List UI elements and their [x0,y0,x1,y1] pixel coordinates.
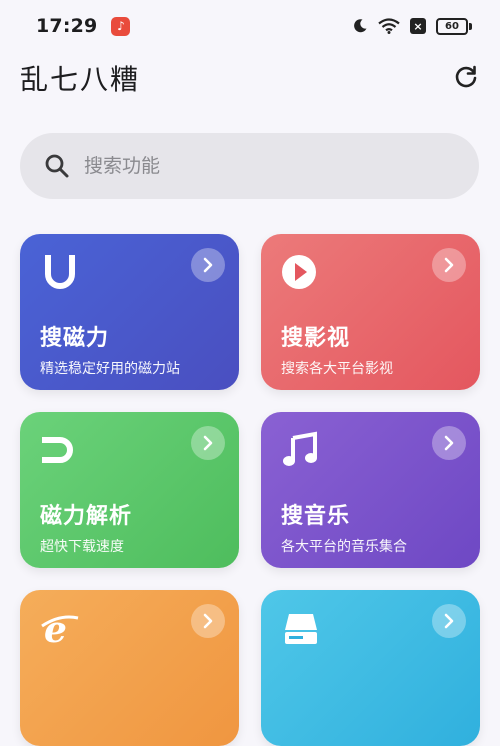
arrow-button[interactable] [432,248,466,282]
music-app-notification-icon: ♪ [111,16,131,36]
browser-e-icon: e [41,609,79,648]
arrow-button[interactable] [191,248,225,282]
chevron-right-icon [444,435,454,451]
magnet-icon [42,437,73,463]
arrow-button[interactable] [191,604,225,638]
app-header: 乱七八糟 [20,56,482,100]
search-icon [45,154,69,178]
magnet-u-icon [45,255,75,289]
card-magnet-parse[interactable]: 磁力解析 超快下载速度 [20,412,239,568]
arrow-button[interactable] [432,426,466,460]
chevron-right-icon [203,435,213,451]
card-subtitle: 搜索各大平台影视 [281,361,393,377]
status-time: 17:29 [36,15,98,37]
card-subtitle: 超快下载速度 [40,539,124,555]
wifi-icon [378,18,400,34]
battery-level: 60 [436,17,468,35]
music-note-icon [283,431,317,466]
card-title: 搜磁力 [40,326,110,351]
chevron-right-icon [203,257,213,273]
card-title: 磁力解析 [40,504,133,529]
card-title: 搜影视 [281,326,351,351]
card-search-video[interactable]: 搜影视 搜索各大平台影视 [261,234,480,390]
card-drive[interactable] [261,590,480,746]
card-search-music[interactable]: 搜音乐 各大平台的音乐集合 [261,412,480,568]
chevron-right-icon [203,613,213,629]
no-sim-icon: × [410,18,426,34]
svg-text:e: e [44,609,67,648]
battery-icon: 60 [436,17,472,35]
card-browser[interactable]: e [20,590,239,746]
status-bar: 17:29 ♪ × 60 [0,0,500,52]
moon-icon [354,19,367,33]
search-input[interactable] [84,155,424,177]
arrow-button[interactable] [432,604,466,638]
page-title: 乱七八糟 [20,63,141,96]
chevron-right-icon [444,613,454,629]
card-subtitle: 各大平台的音乐集合 [281,539,407,555]
chevron-right-icon [444,257,454,273]
drive-icon [285,614,317,644]
arrow-button[interactable] [191,426,225,460]
card-subtitle: 精选稳定好用的磁力站 [40,361,180,377]
card-title: 搜音乐 [281,504,351,529]
refresh-icon [455,65,477,88]
card-search-magnet[interactable]: 搜磁力 精选稳定好用的磁力站 [20,234,239,390]
search-bar[interactable] [20,133,479,199]
play-circle-icon [282,255,316,289]
refresh-button[interactable] [450,62,482,94]
